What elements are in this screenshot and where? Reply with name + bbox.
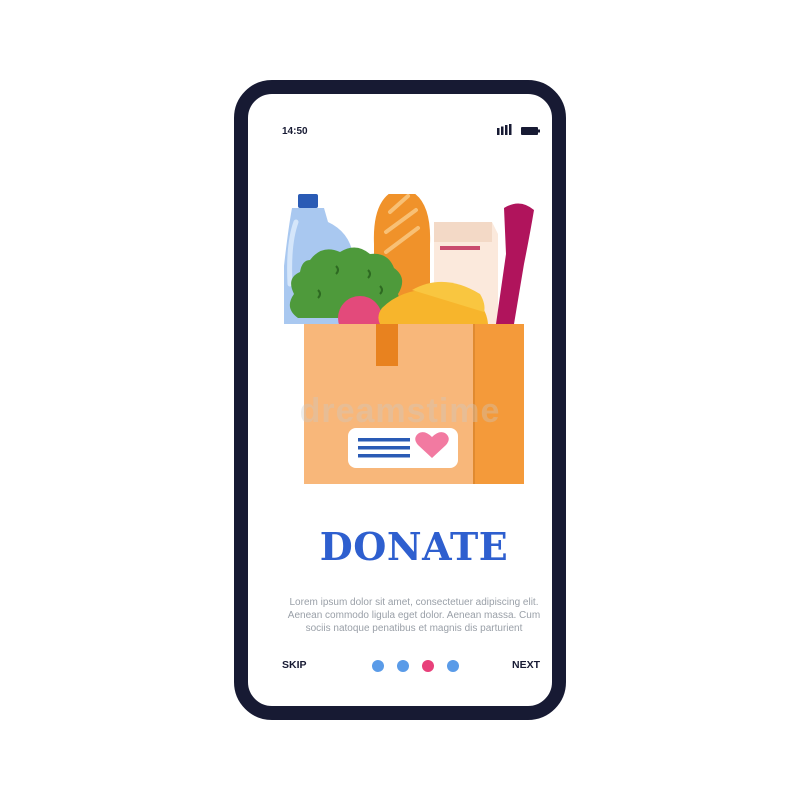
page-dot[interactable]	[372, 660, 384, 672]
donation-label-sticker	[348, 428, 458, 468]
page-dot[interactable]	[447, 660, 459, 672]
battery-icon	[521, 127, 540, 135]
status-time: 14:50	[282, 126, 308, 137]
signal-bars-icon	[497, 124, 512, 135]
page-title: DONATE	[319, 524, 509, 569]
next-button[interactable]: NEXT	[512, 659, 540, 671]
pagination-dots	[372, 660, 459, 672]
skip-button[interactable]: SKIP	[282, 659, 307, 671]
donation-box-illustration	[284, 194, 534, 484]
phone-frame: 14:50 DONATE Lorem ipsum dolor sit amet,…	[234, 80, 566, 720]
description-text: Lorem ipsum dolor sit amet, consectetuer…	[287, 597, 541, 634]
wine-bottle-icon	[496, 203, 534, 324]
page-dot-active[interactable]	[422, 660, 434, 672]
page-dot[interactable]	[397, 660, 409, 672]
